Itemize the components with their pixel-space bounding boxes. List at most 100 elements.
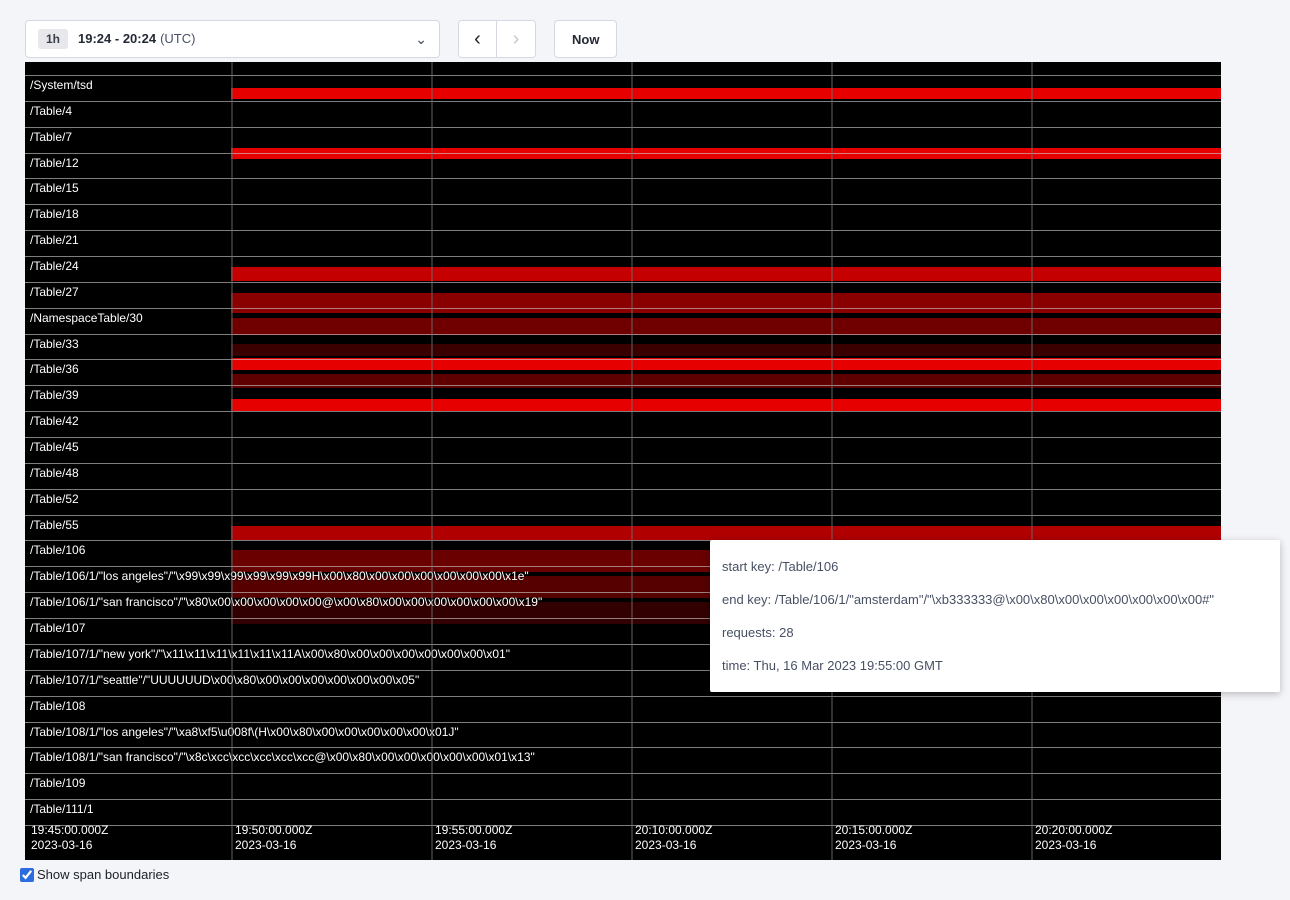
x-axis-tick: 20:15:00.000Z2023-03-16 (835, 823, 912, 853)
row-label: /Table/108 (30, 699, 85, 713)
tick-date: 2023-03-16 (235, 838, 312, 853)
row-label: /Table/39 (30, 388, 79, 402)
time-gridline (831, 62, 833, 860)
span-boundary-line (25, 515, 1221, 516)
row-label: /Table/12 (30, 156, 79, 170)
span-boundary-line (25, 230, 1221, 231)
x-axis-tick: 19:50:00.000Z2023-03-16 (235, 823, 312, 853)
span-boundary-line (25, 411, 1221, 412)
chevron-right-icon: › (513, 28, 520, 51)
row-label: /Table/107/1/"seattle"/"UUUUUUD\x00\x80\… (30, 673, 419, 687)
chevron-left-icon: ‹ (474, 28, 481, 51)
span-boundary-line (25, 75, 1221, 76)
row-label: /Table/33 (30, 337, 79, 351)
span-boundary-line (25, 722, 1221, 723)
span-boundary-line (25, 799, 1221, 800)
row-label: /Table/107 (30, 621, 85, 635)
span-boundary-line (25, 308, 1221, 309)
tick-date: 2023-03-16 (1035, 838, 1112, 853)
row-label: /Table/48 (30, 466, 79, 480)
x-axis-tick: 19:45:00.000Z2023-03-16 (31, 823, 108, 853)
row-label: /Table/106/1/"los angeles"/"\x99\x99\x99… (30, 569, 529, 583)
tick-time: 19:50:00.000Z (235, 823, 312, 838)
x-axis-tick: 19:55:00.000Z2023-03-16 (435, 823, 512, 853)
prev-time-button[interactable]: ‹ (459, 21, 497, 57)
tooltip-end-key: end key: /Table/106/1/"amsterdam"/"\xb33… (722, 583, 1268, 616)
now-button[interactable]: Now (554, 20, 617, 58)
span-boundary-line (25, 385, 1221, 386)
time-gridline (631, 62, 633, 860)
time-pager: ‹ › (458, 20, 536, 58)
row-label: /Table/45 (30, 440, 79, 454)
heat-band (231, 88, 1221, 99)
row-label: /Table/108/1/"san francisco"/"\x8c\xcc\x… (30, 750, 535, 764)
span-boundary-line (25, 696, 1221, 697)
tooltip-requests: requests: 28 (722, 616, 1268, 649)
key-visualizer-canvas[interactable]: /System/tsd/Table/4/Table/7/Table/12/Tab… (25, 62, 1221, 860)
tick-time: 20:10:00.000Z (635, 823, 712, 838)
span-boundary-line (25, 153, 1221, 154)
x-axis-tick: 20:20:00.000Z2023-03-16 (1035, 823, 1112, 853)
tick-date: 2023-03-16 (835, 838, 912, 853)
row-label: /Table/109 (30, 776, 85, 790)
tick-date: 2023-03-16 (31, 838, 108, 853)
show-span-boundaries[interactable]: Show span boundaries (20, 867, 169, 882)
span-boundary-line (25, 178, 1221, 179)
heat-band (231, 318, 1221, 335)
heat-band (231, 399, 1221, 411)
checkbox-label: Show span boundaries (37, 867, 169, 882)
duration-badge: 1h (38, 29, 68, 49)
tick-date: 2023-03-16 (635, 838, 712, 853)
row-label: /Table/18 (30, 207, 79, 221)
row-label: /Table/27 (30, 285, 79, 299)
span-boundary-line (25, 489, 1221, 490)
row-label: /System/tsd (30, 78, 93, 92)
row-label: /Table/55 (30, 518, 79, 532)
row-label: /Table/52 (30, 492, 79, 506)
span-boundary-line (25, 747, 1221, 748)
row-label: /Table/107/1/"new york"/"\x11\x11\x11\x1… (30, 647, 510, 661)
row-label: /Table/111/1 (30, 802, 94, 816)
row-label: /Table/7 (30, 130, 72, 144)
show-span-boundaries-checkbox[interactable] (20, 868, 34, 882)
span-boundary-line (25, 256, 1221, 257)
span-boundary-line (25, 101, 1221, 102)
x-axis-tick: 20:10:00.000Z2023-03-16 (635, 823, 712, 853)
time-range-selector[interactable]: 1h 19:24 - 20:24 (UTC) ⌄ (25, 20, 440, 58)
row-label: /Table/36 (30, 362, 79, 376)
next-time-button: › (497, 21, 535, 57)
row-label: /Table/106/1/"san francisco"/"\x80\x00\x… (30, 595, 542, 609)
row-label: /Table/24 (30, 259, 79, 273)
heat-band (231, 267, 1221, 281)
tick-date: 2023-03-16 (435, 838, 512, 853)
span-boundary-line (25, 334, 1221, 335)
hover-tooltip: start key: /Table/106 end key: /Table/10… (710, 540, 1280, 692)
span-boundary-line (25, 359, 1221, 360)
span-boundary-line (25, 127, 1221, 128)
row-label: /NamespaceTable/30 (30, 311, 143, 325)
time-range-label: 19:24 - 20:24 (UTC) (78, 30, 195, 48)
tick-time: 19:45:00.000Z (31, 823, 108, 838)
row-label: /Table/42 (30, 414, 79, 428)
time-toolbar: 1h 19:24 - 20:24 (UTC) ⌄ ‹ › Now (25, 20, 617, 58)
time-gridline (231, 62, 233, 860)
span-boundary-line (25, 437, 1221, 438)
timezone-text: (UTC) (160, 31, 195, 46)
row-label: /Table/106 (30, 543, 85, 557)
row-label: /Table/4 (30, 104, 72, 118)
span-boundary-line (25, 282, 1221, 283)
heat-band (231, 526, 1221, 540)
time-range-text: 19:24 - 20:24 (78, 31, 156, 46)
tooltip-start-key: start key: /Table/106 (722, 550, 1268, 583)
span-boundary-line (25, 773, 1221, 774)
time-gridline (431, 62, 433, 860)
tick-time: 20:20:00.000Z (1035, 823, 1112, 838)
chevron-down-icon: ⌄ (415, 34, 427, 44)
tick-time: 20:15:00.000Z (835, 823, 912, 838)
time-gridline (1031, 62, 1033, 860)
tooltip-time: time: Thu, 16 Mar 2023 19:55:00 GMT (722, 649, 1268, 682)
heat-band (231, 293, 1221, 313)
row-label: /Table/21 (30, 233, 79, 247)
heat-band (231, 344, 1221, 356)
tick-time: 19:55:00.000Z (435, 823, 512, 838)
